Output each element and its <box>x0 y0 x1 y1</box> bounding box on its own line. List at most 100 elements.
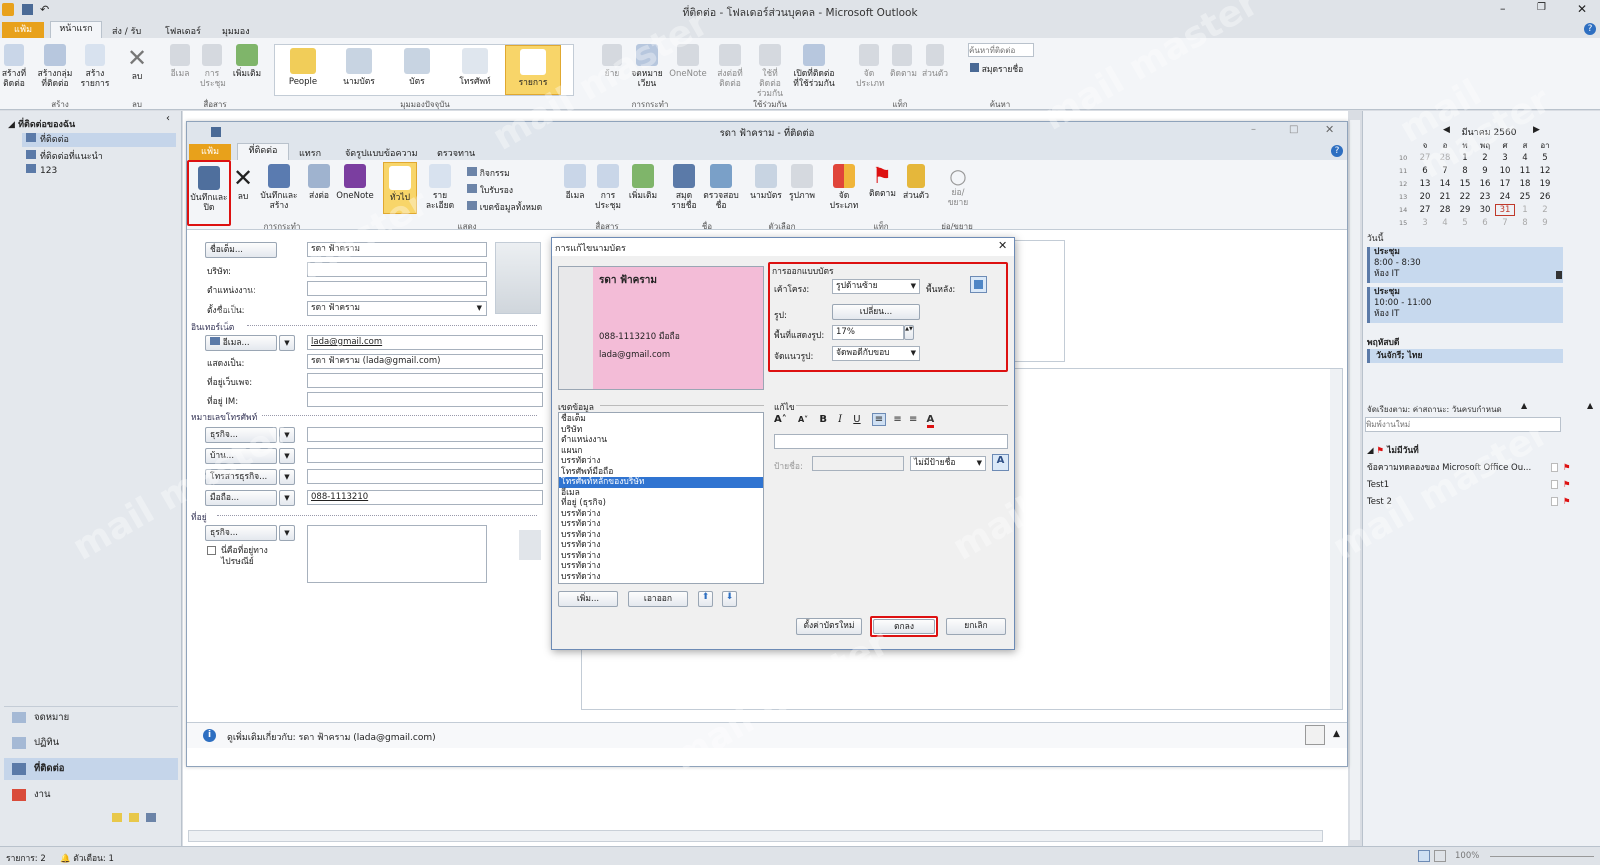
nav-calendar[interactable]: ปฏิทิน <box>4 732 178 754</box>
phone-mobile-dropdown[interactable]: ▼ <box>279 490 295 506</box>
contact-help-icon[interactable]: ? <box>1331 145 1343 157</box>
tab-folder[interactable]: โฟลเดอร์ <box>165 24 201 38</box>
find-contact-input[interactable] <box>968 43 1034 57</box>
bold-icon[interactable]: B <box>819 414 827 425</box>
address-book-button[interactable]: สมุดรายชื่อ <box>970 62 1023 76</box>
nav-item-123[interactable]: 123 <box>22 164 57 176</box>
nav-item-contacts[interactable]: ที่ติดต่อ <box>22 133 176 147</box>
calendar-day[interactable]: 19 <box>1535 179 1555 189</box>
field-list-item[interactable]: ที่อยู่ (ธุรกิจ) <box>559 498 763 509</box>
move-button[interactable]: ย้าย <box>600 44 624 79</box>
minimize-button[interactable]: – <box>1500 2 1506 15</box>
details-button[interactable]: รายละเอียด <box>421 164 459 211</box>
contact-close-button[interactable]: ✕ <box>1325 123 1334 136</box>
calendar-day[interactable]: 24 <box>1495 192 1515 202</box>
phone-business-button[interactable]: ธุรกิจ... <box>205 427 277 443</box>
follow-up-button[interactable]: ติดตาม <box>890 44 917 79</box>
phone-mobile-field[interactable]: 088-1113210 <box>307 490 543 505</box>
see-more-text[interactable]: ดูเพิ่มเติมเกี่ยวกับ: รดา ฟ้าคราม (lada@… <box>227 730 436 744</box>
picture-button[interactable]: รูปภาพ <box>787 164 817 201</box>
phone-business-dropdown[interactable]: ▼ <box>279 427 295 443</box>
layout-select[interactable]: รูปด้านซ้าย ▼ <box>832 279 920 294</box>
calendar-day[interactable]: 2 <box>1475 153 1495 163</box>
calendar-day[interactable]: 4 <box>1435 218 1455 228</box>
email-button[interactable]: อีเมล <box>168 44 192 79</box>
nav-tasks[interactable]: งาน <box>4 784 178 806</box>
field-list-item[interactable]: โทรศัพท์หลักของบริษัท <box>559 477 763 488</box>
contact-tab-contact[interactable]: ที่ติดต่อ <box>237 143 289 160</box>
zoom-button[interactable]: ○ ย่อ/ขยาย <box>943 164 973 208</box>
display-as-field[interactable]: รดา ฟ้าคราม (lada@gmail.com) <box>307 354 543 369</box>
calendar-day[interactable]: 3 <box>1415 218 1435 228</box>
task-sort-header[interactable]: จัดเรียงตาม: ค่าสถานะ: วันครบกำหนด <box>1367 403 1502 416</box>
delete-button[interactable]: ✕ ลบ <box>125 44 149 82</box>
calendar-day[interactable]: 4 <box>1515 153 1535 163</box>
task-checkbox[interactable] <box>1551 497 1558 506</box>
field-list-item[interactable]: แผนก <box>559 446 763 457</box>
calendar-day[interactable]: 13 <box>1415 179 1435 189</box>
task-item[interactable]: Test1 ⚑ <box>1367 478 1597 495</box>
contact-tab-file[interactable]: แฟ้ม <box>189 144 231 160</box>
shrink-font-icon[interactable]: A˅ <box>798 415 808 424</box>
im-field[interactable] <box>307 392 543 407</box>
activities-button[interactable]: กิจกรรม <box>467 166 510 180</box>
nav-collapse-icon[interactable]: ‹ <box>166 113 170 124</box>
field-list-item[interactable]: บรรทัดว่าง <box>559 519 763 530</box>
task-flag-icon[interactable]: ⚑ <box>1563 478 1571 492</box>
contact-photo[interactable] <box>495 242 541 314</box>
save-new-button[interactable]: บันทึกและสร้าง <box>259 164 299 211</box>
vertical-scrollbar[interactable] <box>1350 120 1360 840</box>
change-image-button[interactable]: เปลี่ยน... <box>832 304 920 320</box>
new-contact-button[interactable]: สร้างที่ติดต่อ <box>2 44 26 89</box>
field-list-item[interactable]: บริษัท <box>559 425 763 436</box>
task-flag-icon[interactable]: ⚑ <box>1563 495 1571 509</box>
label-position-select[interactable]: ไม่มีป้ายชื่อ ▼ <box>910 456 986 471</box>
nav-item-suggested[interactable]: ที่ติดต่อที่แนะนำ <box>22 149 103 163</box>
phone-home-dropdown[interactable]: ▼ <box>279 448 295 464</box>
align-right-icon[interactable]: ≡ <box>909 414 917 425</box>
nav-contacts[interactable]: ที่ติดต่อ <box>4 758 178 780</box>
calendar-day[interactable]: 27 <box>1415 205 1435 215</box>
calendar-day[interactable]: 7 <box>1495 218 1515 228</box>
calendar-day[interactable]: 23 <box>1475 192 1495 202</box>
contact-delete-button[interactable]: ✕ ลบ <box>231 164 255 202</box>
remove-field-button[interactable]: เอาออก <box>628 591 688 607</box>
expand-pane-icon[interactable]: ▲ <box>1333 729 1340 739</box>
font-color-icon[interactable]: A <box>926 414 935 428</box>
contact-minimize-button[interactable]: – <box>1251 124 1256 135</box>
calendar-day[interactable]: 29 <box>1455 205 1475 215</box>
map-icon[interactable] <box>519 530 541 560</box>
phone-mobile-button[interactable]: มือถือ... <box>205 490 277 506</box>
mailing-address-checkbox[interactable] <box>207 546 216 555</box>
open-shared-contacts-button[interactable]: เปิดที่ติดต่อที่ใช้ร่วมกัน <box>792 44 836 89</box>
close-button[interactable]: ✕ <box>1577 2 1587 16</box>
field-list-item[interactable]: บรรทัดว่าง <box>559 572 763 583</box>
tab-home[interactable]: หน้าแรก <box>50 21 102 38</box>
background-color-button[interactable] <box>970 276 987 293</box>
spinner-arrows-icon[interactable]: ▲▼ <box>904 325 914 340</box>
web-address-field[interactable] <box>307 373 543 388</box>
dialog-close-button[interactable]: ✕ <box>998 239 1007 252</box>
calendar-day[interactable]: 21 <box>1435 192 1455 202</box>
view-reading-icon[interactable] <box>1434 850 1446 862</box>
label-color-button[interactable]: A <box>992 454 1009 471</box>
calendar-day[interactable]: 22 <box>1455 192 1475 202</box>
view-phone[interactable]: โทรศัพท์ <box>451 48 499 87</box>
calendar-day[interactable]: 8 <box>1455 166 1475 176</box>
view-normal-icon[interactable] <box>1418 850 1430 862</box>
grow-font-icon[interactable]: A˄ <box>774 414 787 425</box>
new-items-button[interactable]: สร้างรายการ <box>81 44 109 89</box>
full-name-field[interactable]: รดา ฟ้าคราม <box>307 242 487 257</box>
image-area-spinner[interactable]: 17% <box>832 325 904 340</box>
calendar-day[interactable]: 8 <box>1515 218 1535 228</box>
save-close-button[interactable]: บันทึกและปิด <box>187 160 231 226</box>
phone-home-field[interactable] <box>307 448 543 463</box>
calendar-day[interactable]: 20 <box>1415 192 1435 202</box>
contact-private-button[interactable]: ส่วนตัว <box>901 164 931 201</box>
label-text-input[interactable] <box>812 456 904 471</box>
tab-send-receive[interactable]: ส่ง / รับ <box>112 24 141 38</box>
calendar-day[interactable]: 17 <box>1495 179 1515 189</box>
task-item[interactable]: Test 2 ⚑ <box>1367 495 1597 512</box>
calendar-day[interactable]: 11 <box>1515 166 1535 176</box>
calendar-day[interactable]: 3 <box>1495 153 1515 163</box>
